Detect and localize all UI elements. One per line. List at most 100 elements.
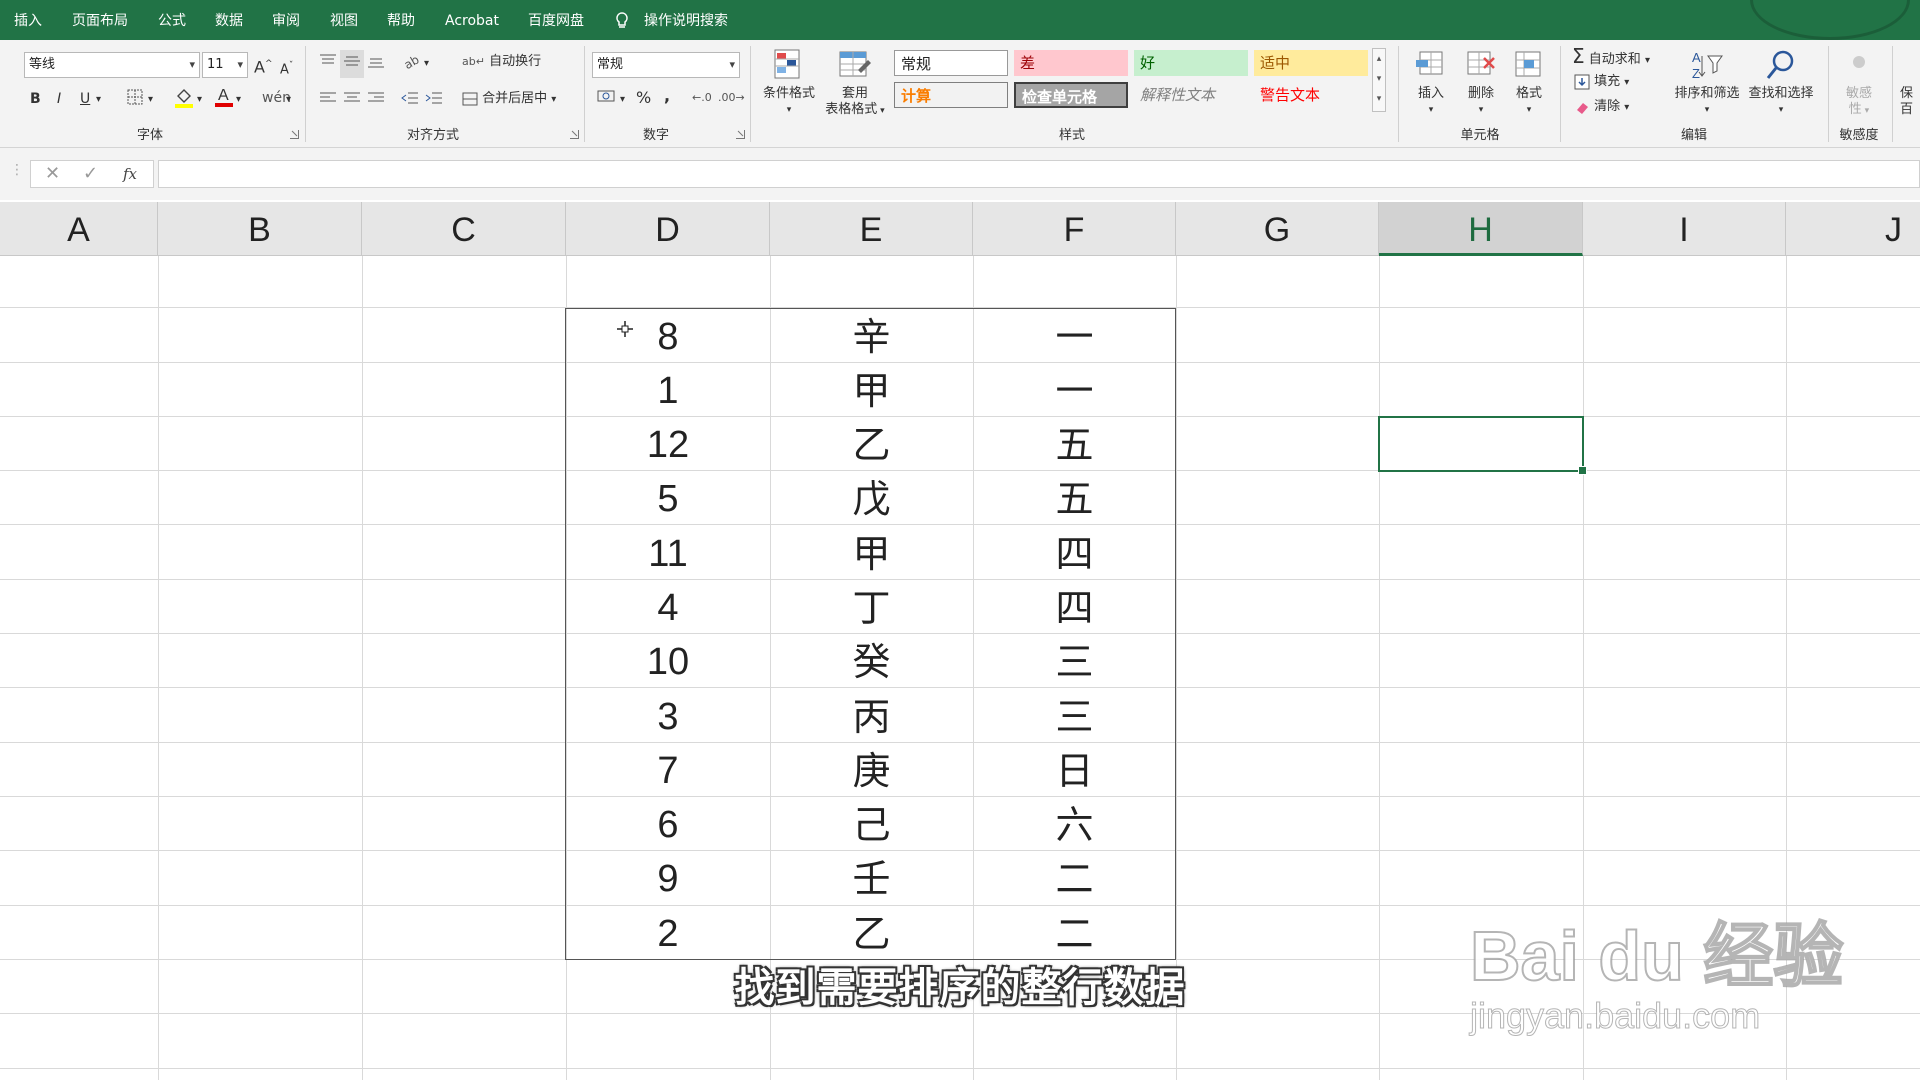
cell-d[interactable]: 11: [566, 527, 770, 581]
tab-formulas[interactable]: 公式: [158, 0, 186, 40]
wrap-text-button[interactable]: ab↵ 自动换行: [462, 52, 541, 72]
format-cells-button[interactable]: 格式 ▾: [1506, 48, 1552, 118]
underline-dropdown[interactable]: ▾: [96, 90, 101, 110]
cell-e[interactable]: 甲: [770, 364, 973, 418]
shrink-font-button[interactable]: Aˇ: [280, 56, 293, 80]
fill-color-icon[interactable]: [174, 86, 194, 114]
column-header-c[interactable]: C: [362, 202, 566, 256]
accounting-dropdown[interactable]: ▾: [620, 90, 625, 110]
cell-f[interactable]: 一: [973, 364, 1176, 418]
tab-review[interactable]: 审阅: [272, 0, 300, 40]
cell-e[interactable]: 乙: [770, 907, 973, 961]
cell-d[interactable]: 2: [566, 907, 770, 961]
cell-e[interactable]: 乙: [770, 418, 973, 472]
style-good[interactable]: 好: [1134, 50, 1248, 76]
cell-e[interactable]: 丙: [770, 690, 973, 744]
styles-gallery-scroll[interactable]: ▴ ▾ ▾: [1372, 48, 1386, 112]
cell-e[interactable]: 辛: [770, 310, 973, 364]
percent-button[interactable]: %: [636, 88, 651, 108]
cell-d[interactable]: 12: [566, 418, 770, 472]
align-bottom-icon[interactable]: [366, 52, 386, 76]
cell-f[interactable]: 四: [973, 581, 1176, 635]
cell-f[interactable]: 二: [973, 852, 1176, 906]
font-color-icon[interactable]: A: [214, 84, 234, 114]
cell-d[interactable]: 4: [566, 581, 770, 635]
insert-function-icon[interactable]: fx: [123, 161, 137, 187]
conditional-format-button[interactable]: 条件格式 ▾: [758, 48, 820, 118]
borders-dropdown[interactable]: ▾: [148, 90, 153, 110]
align-right-icon[interactable]: [366, 89, 386, 113]
align-top-icon[interactable]: [318, 52, 338, 76]
accounting-format-icon[interactable]: [596, 87, 618, 113]
column-header-d[interactable]: D: [566, 202, 770, 256]
underline-button[interactable]: U: [80, 89, 90, 109]
cell-e[interactable]: 戊: [770, 472, 973, 526]
selected-cell[interactable]: [1378, 416, 1587, 475]
delete-cells-button[interactable]: 删除 ▾: [1458, 48, 1504, 118]
align-left-icon[interactable]: [318, 89, 338, 113]
comma-button[interactable]: ,: [664, 86, 670, 106]
bold-button[interactable]: B: [30, 89, 41, 109]
cell-e[interactable]: 癸: [770, 635, 973, 689]
cell-e[interactable]: 甲: [770, 527, 973, 581]
tab-help[interactable]: 帮助: [387, 0, 415, 40]
cell-f[interactable]: 四: [973, 527, 1176, 581]
column-header-f[interactable]: F: [973, 202, 1176, 256]
cell-d[interactable]: 10: [566, 635, 770, 689]
cancel-icon[interactable]: ✕: [45, 161, 60, 187]
cell-d[interactable]: 7: [566, 744, 770, 798]
increase-decimal-icon[interactable]: ←.0: [692, 88, 712, 108]
cell-f[interactable]: 六: [973, 798, 1176, 852]
clear-button[interactable]: 清除 ▾: [1574, 97, 1629, 118]
tab-insert[interactable]: 插入: [14, 0, 42, 40]
tab-acrobat[interactable]: Acrobat: [445, 0, 499, 40]
cell-e[interactable]: 壬: [770, 852, 973, 906]
font-color-dropdown[interactable]: ▾: [236, 90, 241, 110]
style-explanatory[interactable]: 解释性文本: [1134, 82, 1248, 108]
style-calculation[interactable]: 计算: [894, 82, 1008, 108]
cell-d[interactable]: 3: [566, 690, 770, 744]
cell-d[interactable]: 9: [566, 852, 770, 906]
formula-input[interactable]: [158, 160, 1920, 188]
tab-page-layout[interactable]: 页面布局: [72, 0, 128, 40]
number-format-select[interactable]: 常规: [592, 52, 740, 78]
style-check-cell[interactable]: 检查单元格: [1014, 82, 1128, 108]
align-middle-icon[interactable]: [340, 50, 364, 78]
phonetic-dropdown[interactable]: ▾: [286, 90, 291, 110]
cell-d[interactable]: 1: [566, 364, 770, 418]
column-header-a[interactable]: A: [0, 202, 158, 256]
orientation-dropdown[interactable]: ▾: [424, 54, 429, 74]
font-name-select[interactable]: 等线: [24, 52, 200, 78]
grow-font-button[interactable]: A^: [254, 54, 273, 77]
decrease-indent-icon[interactable]: [400, 89, 420, 113]
column-header-j[interactable]: J: [1786, 202, 1920, 256]
italic-button[interactable]: I: [57, 89, 61, 109]
find-select-button[interactable]: 查找和选择 ▾: [1744, 48, 1818, 118]
autosum-button[interactable]: Σ 自动求和 ▾: [1572, 46, 1650, 71]
decrease-decimal-icon[interactable]: .00→: [718, 88, 745, 108]
merge-center-button[interactable]: 合并后居中 ▾: [462, 89, 556, 110]
tab-baidu-netdisk[interactable]: 百度网盘: [528, 0, 584, 40]
borders-icon[interactable]: [126, 88, 144, 112]
cell-d[interactable]: 5: [566, 472, 770, 526]
cell-f[interactable]: 日: [973, 744, 1176, 798]
cell-f[interactable]: 一: [973, 310, 1176, 364]
orientation-icon[interactable]: ab: [402, 52, 424, 76]
cell-e[interactable]: 丁: [770, 581, 973, 635]
style-normal[interactable]: 常规: [894, 50, 1008, 76]
increase-indent-icon[interactable]: [424, 89, 444, 113]
style-warning[interactable]: 警告文本: [1254, 82, 1368, 108]
font-dialog-launcher[interactable]: [290, 130, 299, 139]
style-neutral[interactable]: 适中: [1254, 50, 1368, 76]
sort-filter-button[interactable]: AZ 排序和筛选 ▾: [1670, 48, 1744, 118]
format-as-table-button[interactable]: 套用 表格格式 ▾: [822, 48, 888, 119]
cell-d[interactable]: 6: [566, 798, 770, 852]
column-header-g[interactable]: G: [1176, 202, 1379, 256]
cell-e[interactable]: 庚: [770, 744, 973, 798]
cell-f[interactable]: 二: [973, 907, 1176, 961]
cell-f[interactable]: 三: [973, 690, 1176, 744]
cell-f[interactable]: 五: [973, 418, 1176, 472]
cell-f[interactable]: 五: [973, 472, 1176, 526]
cell-e[interactable]: 己: [770, 798, 973, 852]
column-header-h[interactable]: H: [1379, 202, 1583, 256]
